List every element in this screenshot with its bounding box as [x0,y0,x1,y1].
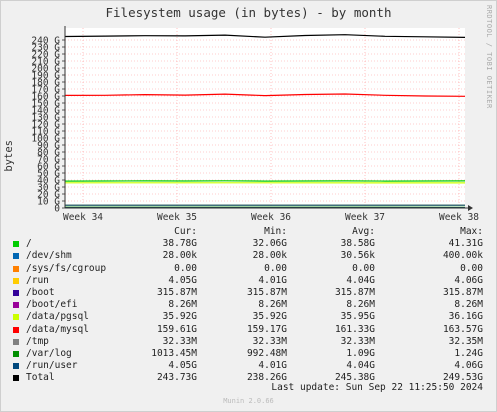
legend-max: 41.31G [448,238,483,250]
x-tick-label: Week 35 [157,212,197,223]
legend-min: 35.92G [252,311,287,323]
legend-header-min: Min: [264,226,287,237]
legend-color-swatch [13,363,19,370]
legend-max: 4.06G [454,360,483,372]
legend-cur: 0.00 [174,262,197,274]
legend-avg: 4.04G [346,274,375,286]
x-tick-label: Week 38 [439,212,479,223]
legend-name: /data/pgsql [26,311,89,323]
legend-header-avg: Avg: [352,226,375,237]
legend-min: 992.48M [246,347,287,359]
legend-name: /data/mysql [26,323,89,335]
legend-min: 32.33M [252,335,287,347]
legend-name: /boot/efi [26,299,78,311]
legend-cur: 4.05G [168,360,197,372]
legend-max: 315.87M [442,286,483,298]
legend-max: 4.06G [454,274,483,286]
legend-avg: 8.26M [346,299,375,311]
x-tick-label: Week 37 [345,212,385,223]
legend-min: 4.01G [258,360,287,372]
legend-cur: 1013.45M [151,347,197,359]
legend-avg: 32.33M [340,335,375,347]
legend-max: 32.35M [448,335,483,347]
legend-color-swatch [13,314,19,321]
legend-name: /run [26,274,49,286]
legend-cur: 32.33M [162,335,197,347]
legend-max: 1.24G [454,347,483,359]
legend-name: /dev/shm [26,250,72,262]
x-tick-label: Week 36 [251,212,291,223]
legend-max: 0.00 [460,262,483,274]
legend-cur: 35.92G [162,311,197,323]
legend-min: 315.87M [246,286,287,298]
legend-min: 8.26M [258,299,287,311]
legend-cur: 8.26M [168,299,197,311]
legend-avg: 315.87M [334,286,375,298]
legend-cur: 38.78G [162,238,197,250]
x-axis-ticks: Week 34 Week 35 Week 36 Week 37 Week 38 [63,212,479,223]
legend-color-swatch [13,265,19,272]
legend-row: /data/mysql 159.61G 159.17G 161.33G 163.57G [0,324,497,336]
legend-cur: 28.00k [162,250,197,262]
legend-max: 36.16G [448,311,483,323]
y-tick-label: 240 G [31,36,60,47]
legend-min: 32.06G [252,238,287,250]
legend-name: /sys/fs/cgroup [26,262,107,274]
legend-avg: 161.33G [334,323,375,335]
legend-name: /run/user [26,360,78,372]
legend-color-swatch [13,277,19,284]
legend-max: 163.57G [442,323,483,335]
last-update: Last update: Sun Sep 22 11:25:50 2024 [271,382,483,393]
legend-color-swatch [13,241,19,248]
legend-name: / [26,238,32,250]
legend-min: 0.00 [264,262,287,274]
legend-row: /run 4.05G 4.01G 4.04G 4.06G [0,275,497,287]
legend-name: Total [26,372,55,384]
legend-avg: 1.09G [346,347,375,359]
legend-avg: 30.56k [340,250,375,262]
legend-min: 28.00k [252,250,287,262]
legend-row: /run/user 4.05G 4.01G 4.04G 4.06G [0,360,497,372]
legend-avg: 4.04G [346,360,375,372]
legend-name: /var/log [26,347,72,359]
legend-row: /var/log 1013.45M 992.48M 1.09G 1.24G [0,348,497,360]
legend-cur: 243.73G [156,372,197,384]
x-tick-label: Week 34 [63,212,103,223]
x-axis-arrow [468,205,473,211]
legend-avg: 38.58G [340,238,375,250]
legend-avg: 0.00 [352,262,375,274]
legend: Cur: Min: Avg: Max: / 38.78G 32.06G 38.58G 4… [0,226,497,384]
chart-canvas: 010 G20 G30 G40 G50 G60 G70 G80 G90 G100… [31,26,479,223]
legend-row: /dev/shm 28.00k 28.00k 30.56k 400.00k [0,250,497,262]
legend-color-swatch [13,302,19,309]
legend-row: /boot 315.87M 315.87M 315.87M 315.87M [0,287,497,299]
legend-name: /boot [26,286,55,298]
legend-header-max: Max: [460,226,483,237]
legend-color-swatch [13,289,19,296]
legend-min: 4.01G [258,274,287,286]
legend-color-swatch [13,326,19,333]
legend-cur: 315.87M [156,286,197,298]
legend-min: 159.17G [246,323,287,335]
legend-row: /data/pgsql 35.92G 35.92G 35.95G 36.16G [0,311,497,323]
legend-name: /tmp [26,335,49,347]
legend-row: /boot/efi 8.26M 8.26M 8.26M 8.26M [0,299,497,311]
legend-cur: 4.05G [168,274,197,286]
legend-color-swatch [13,350,19,357]
legend-header-row: Cur: Min: Avg: Max: [0,226,497,238]
legend-row: /tmp 32.33M 32.33M 32.33M 32.35M [0,336,497,348]
legend-avg: 35.95G [340,311,375,323]
legend-max: 400.00k [442,250,483,262]
legend-header-cur: Cur: [174,226,197,237]
y-axis-ticks: 010 G20 G30 G40 G50 G60 G70 G80 G90 G100… [31,36,65,215]
legend-row: / 38.78G 32.06G 38.58G 41.31G [0,238,497,250]
legend-row: /sys/fs/cgroup 0.00 0.00 0.00 0.00 [0,263,497,275]
legend-color-swatch [13,253,19,260]
legend-cur: 159.61G [156,323,197,335]
munin-version: Munin 2.0.66 [223,397,274,405]
legend-color-swatch [13,375,19,382]
legend-max: 8.26M [454,299,483,311]
legend-color-swatch [13,338,19,345]
